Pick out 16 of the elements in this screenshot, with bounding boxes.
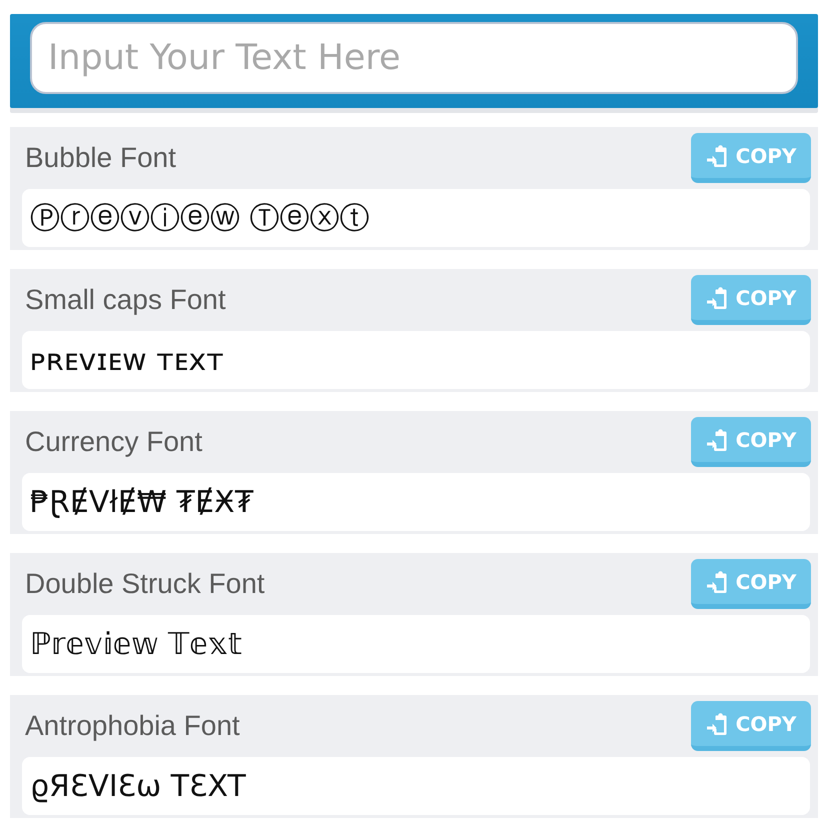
- font-name: Antrophobia Font: [25, 710, 240, 742]
- preview-output: ℙ𝕣𝕖𝕧𝕚𝕖𝕨 𝕋𝕖𝕩𝕥: [22, 615, 810, 673]
- font-name: Double Struck Font: [25, 568, 265, 600]
- copy-button[interactable]: COPY: [691, 559, 811, 609]
- font-name: Currency Font: [25, 426, 202, 458]
- copy-button[interactable]: COPY: [691, 275, 811, 325]
- preview-output: ϱЯƐVIƐω TƐXT: [22, 757, 810, 815]
- font-name: Small caps Font: [25, 284, 226, 316]
- copy-button[interactable]: COPY: [691, 417, 811, 467]
- copy-button[interactable]: COPY: [691, 133, 811, 183]
- text-input-field[interactable]: Input Your Text Here: [30, 22, 798, 94]
- preview-output: Ⓟⓡⓔⓥⓘⓔⓦ Ⓣⓔⓧⓣ: [22, 189, 810, 247]
- font-name: Bubble Font: [25, 142, 176, 174]
- preview-output: ₱ⱤɆVłɆ₩ ₮ɆӾ₮: [22, 473, 810, 531]
- preview-output: ᴘʀᴇᴠɪᴇᴡ ᴛᴇxᴛ: [22, 331, 810, 389]
- copy-button[interactable]: COPY: [691, 701, 811, 751]
